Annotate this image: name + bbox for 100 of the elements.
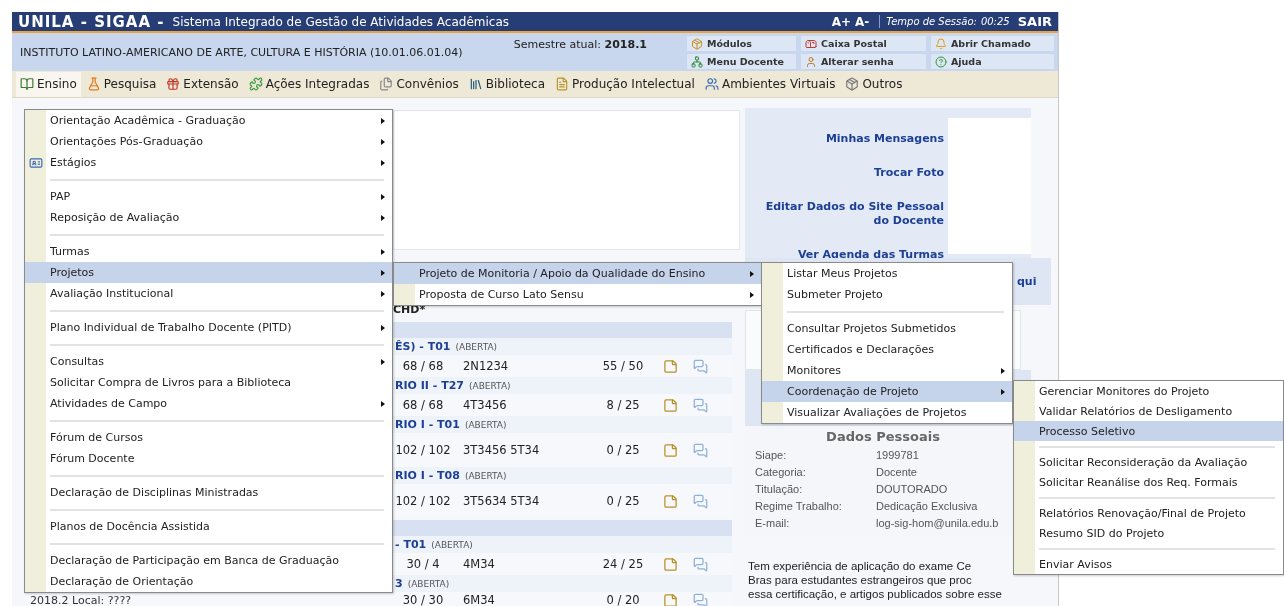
status-label: (ABERTA) [455,341,498,352]
submenu-arrow-icon [381,324,385,331]
menu-item[interactable]: Consultas [25,351,392,372]
bio-text: Bras para estudantes estrangeiros que proc [748,573,973,587]
font-size-button[interactable]: A- [855,14,870,29]
menu-item[interactable]: Visualizar Avaliações de Projetos [762,402,1012,423]
system-name: UNILA - SIGAA - [18,12,165,31]
table-cell-text: 6M34 [462,593,496,606]
menu-item[interactable]: Fórum Docente [25,448,392,469]
submenu-arrow-icon [381,193,385,200]
menu-bar-item[interactable]: Ensino [16,71,81,97]
shortcut-button[interactable]: Módulos [687,36,796,51]
menu-item[interactable]: Listar Meus Projetos [762,263,1012,284]
menu-item[interactable]: Solicitar Compra de Livros para a Biblioteca [25,372,392,393]
note-icon[interactable] [663,358,678,374]
menu-item[interactable]: Certificados e Declarações [762,339,1012,360]
profile-link[interactable]: Ver Agenda das Turmas [797,248,944,262]
menu-item[interactable]: Solicitar Reconsideração da Avaliação [1014,452,1283,472]
bio-text: essa certificação, e artigos publicados sobre esse [748,587,1003,601]
menu-item[interactable]: Processo Seletivo [1014,421,1283,441]
menu-item[interactable]: Consultar Projetos Submetidos [762,318,1012,339]
menu-item[interactable]: Orientação Acadêmica - Graduação [25,110,392,131]
person-icon [805,55,817,68]
menu-bar-item[interactable]: Extensão [162,71,243,97]
gift-icon [166,77,181,91]
menu-item[interactable]: Resumo SID do Projeto [1014,523,1283,543]
field-label: Categoria: [755,465,807,480]
menu-bar-item[interactable]: Produção Intelectual [551,71,699,97]
chat-icon[interactable] [693,592,708,606]
menu-item[interactable]: Plano Individual de Trabalho Docente (PITD) [25,317,392,338]
menu-item[interactable]: Projeto de Monitoria / Apoio da Qualidade do Ensino [394,263,761,284]
menu-item[interactable]: Reposição de Avaliação [25,207,392,228]
submenu-arrow-icon [750,270,754,277]
note-icon[interactable] [663,556,678,572]
menu-item[interactable]: Relatórios Renovação/Final de Projeto [1014,503,1283,523]
note-icon[interactable] [663,592,678,606]
menu-item[interactable]: Orientações Pós-Graduação [25,131,392,152]
class-link[interactable]: RIO II - T27 [395,379,464,392]
field-value: 1999781 [876,448,920,463]
submenu-arrow-icon [381,290,385,297]
menu-item[interactable]: Monitores [762,360,1012,381]
menu-item[interactable]: Declaração de Orientação [25,571,392,592]
chat-icon[interactable] [693,556,708,572]
location-text: 2018.2 Local: ???? [29,594,132,606]
table-cell-text: 2N1234 [462,359,510,373]
shortcut-button[interactable]: Alterar senha [801,54,926,69]
profile-link[interactable]: Trocar Foto [874,166,944,180]
chat-icon[interactable] [693,493,708,509]
menu-item[interactable]: Solicitar Reanálise dos Req. Formais [1014,472,1283,492]
menu-item[interactable]: Proposta de Curso Lato Sensu [394,284,761,305]
menu-item[interactable]: Fórum de Cursos [25,427,392,448]
note-icon[interactable] [663,442,678,458]
people-icon [704,77,719,91]
field-value: Dedicação Exclusiva [876,499,979,514]
menu-item[interactable]: Estágios [25,152,392,173]
note-icon[interactable] [663,397,678,413]
shortcut-button[interactable]: Menu Docente [687,54,796,69]
semester-label: Semestre atual: 2018.1 [513,38,647,53]
class-link[interactable]: 3 [395,577,403,590]
class-link[interactable]: RIO I - T01 [395,418,460,431]
menu-item[interactable]: Avaliação Institucional [25,283,392,304]
shortcut-button[interactable]: Caixa Postal [801,36,926,51]
menu-item[interactable]: Validar Relatórios de Desligamento [1014,401,1283,421]
help-icon [935,55,947,68]
menu-item[interactable]: Declaração de Disciplinas Ministradas [25,482,392,503]
profile-link[interactable]: qui [1017,274,1037,289]
class-link[interactable]: - T01 [395,538,427,551]
submenu-arrow-icon [1001,388,1005,395]
menu-item[interactable]: Submeter Projeto [762,284,1012,305]
menu-item[interactable]: Atividades de Campo [25,393,392,414]
profile-link[interactable]: Editar Dados do Site Pessoal do Docente [755,200,944,228]
shortcut-button[interactable]: Ajuda [931,54,1054,69]
menu-bar-item[interactable]: Biblioteca [464,71,549,97]
menu-item[interactable]: Coordenação de Projeto [762,381,1012,402]
font-size-button[interactable]: A+ [831,14,851,29]
menu-item[interactable]: Projetos [25,262,392,283]
shortcut-button[interactable]: Abrir Chamado [931,36,1054,51]
menu-bar-item[interactable]: Ações Integradas [244,71,374,97]
menu-bar-item[interactable]: Convênios [375,71,463,97]
menu-item[interactable]: PAP [25,186,392,207]
chat-icon[interactable] [693,358,708,374]
class-link[interactable]: ÊS) - T01 [395,340,451,353]
menu-item[interactable]: Enviar Avisos [1014,554,1283,574]
class-link[interactable]: RIO I - T08 [395,469,460,482]
chat-icon[interactable] [693,397,708,413]
menu-bar-item[interactable]: Pesquisa [82,71,161,97]
menu-bar-item[interactable]: Outros [841,71,907,97]
submenu-arrow-icon [381,214,385,221]
id-card-icon [28,155,43,170]
menu-item[interactable]: Declaração de Participação em Banca de Graduação [25,550,392,571]
profile-link[interactable]: Minhas Mensagens [825,132,944,146]
submenu-arrow-icon [381,248,385,255]
menu-bar-item[interactable]: Ambientes Virtuais [700,71,840,97]
chat-icon[interactable] [693,442,708,458]
logout-link[interactable]: SAIR [1017,14,1052,29]
menu-item[interactable]: Turmas [25,241,392,262]
table-cell-text: 4M34 [462,557,496,571]
menu-item[interactable]: Planos de Docência Assistida [25,516,392,537]
menu-item[interactable]: Gerenciar Monitores do Projeto [1014,381,1283,401]
note-icon[interactable] [663,493,678,509]
